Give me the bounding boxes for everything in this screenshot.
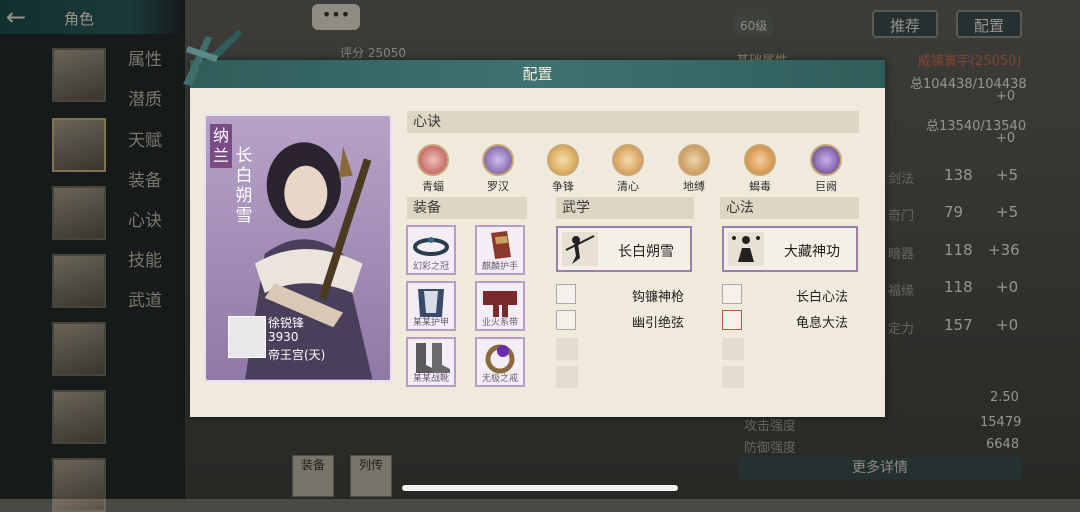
wuxue-section-header: 武学	[556, 197, 694, 219]
xinjue-icon	[547, 144, 579, 176]
xinjue-item[interactable]: 争锋	[545, 144, 581, 194]
meditation-icon	[728, 232, 764, 266]
wuxue-main-skill[interactable]: 长白朔雪	[556, 226, 692, 272]
empty-skill-slot[interactable]	[722, 366, 744, 388]
equip-label: 幻彩之冠	[412, 262, 449, 272]
equip-label: 某某护甲	[412, 318, 449, 328]
player-power: 3930	[268, 330, 299, 344]
player-name: 徐锐锋	[268, 316, 305, 330]
ring-icon	[485, 344, 515, 374]
xinjue-item[interactable]: 蝎毒	[742, 144, 778, 194]
xinjue-icon	[417, 144, 449, 176]
spear-fighter-icon	[562, 232, 598, 266]
xinjue-item[interactable]: 地缚	[676, 144, 712, 194]
equip-slot-hands[interactable]: 麒麟护手	[475, 225, 525, 275]
equip-slot-head[interactable]: 幻彩之冠	[406, 225, 456, 275]
equip-slot-ring[interactable]: 无极之戒	[475, 337, 525, 387]
equip-label: 业火系带	[481, 318, 518, 328]
xinjue-label: 清心	[617, 180, 639, 193]
xinfa-main-name: 大藏神功	[784, 244, 840, 260]
boots-icon	[416, 343, 450, 373]
meditation-small-icon	[722, 284, 742, 304]
equip-slot-boots[interactable]: 某某战靴	[406, 337, 456, 387]
equip-section-header: 装备	[407, 197, 527, 219]
equip-slot-armor[interactable]: 某某护甲	[406, 281, 456, 331]
xinfa-main-skill[interactable]: 大藏神功	[722, 226, 858, 272]
modal-title: 配置	[522, 65, 553, 83]
xinjue-label: 地缚	[683, 180, 705, 193]
equip-label: 麒麟护手	[481, 262, 518, 272]
equip-slot-belt[interactable]: 业火系带	[475, 281, 525, 331]
player-sect: 帝王宫(天)	[268, 348, 326, 362]
empty-skill-slot[interactable]	[722, 338, 744, 360]
belt-icon	[483, 291, 517, 317]
xinjue-icon	[482, 144, 514, 176]
xinfa-skill-name[interactable]: 长白心法	[796, 286, 848, 305]
bow-icon	[556, 310, 576, 330]
character-card[interactable]: 纳兰 长白朔雪 徐锐锋 3930 帝王宫(天)	[204, 114, 392, 382]
config-modal: 配置 纳兰 长白朔雪 徐锐锋 3930 帝王宫(天) 心诀 青蝠 罗汉 争锋 清…	[183, 30, 885, 417]
sword-deco-icon	[183, 30, 242, 86]
xinjue-label: 蝎毒	[749, 180, 771, 193]
empty-skill-slot[interactable]	[556, 366, 578, 388]
home-indicator[interactable]	[402, 485, 678, 491]
xinjue-icon	[612, 144, 644, 176]
empty-skill-slot[interactable]	[556, 338, 578, 360]
wuxue-skill-name[interactable]: 幽引绝弦	[632, 312, 684, 331]
equip-label: 某某战靴	[412, 374, 449, 384]
xinfa-skill-name[interactable]: 龟息大法	[796, 312, 848, 331]
xinjue-label: 争锋	[552, 180, 574, 193]
xinjue-section-header: 心诀	[407, 111, 859, 133]
xinfa-section-header: 心法	[720, 197, 859, 219]
modal-header: 配置	[190, 60, 885, 88]
wuxue-skill-name[interactable]: 钩镰神枪	[632, 286, 684, 305]
xinjue-label: 巨阙	[815, 180, 837, 193]
xinjue-item[interactable]: 巨阙	[808, 144, 844, 194]
armor-icon	[418, 289, 444, 317]
crown-icon	[413, 237, 449, 256]
xinjue-item[interactable]: 罗汉	[480, 144, 516, 194]
xinjue-item[interactable]: 青蝠	[415, 144, 451, 194]
xinjue-icon	[744, 144, 776, 176]
wuxue-main-name: 长白朔雪	[618, 244, 674, 260]
spear-icon	[556, 284, 576, 304]
xinjue-label: 罗汉	[487, 180, 509, 193]
xinjue-label: 青蝠	[422, 180, 444, 193]
turtle-icon	[722, 310, 742, 330]
xinjue-icon	[810, 144, 842, 176]
character-name: 长白朔雪	[235, 146, 253, 226]
xinjue-item[interactable]: 清心	[610, 144, 646, 194]
gauntlet-icon	[491, 231, 511, 259]
character-prefix: 纳兰	[210, 124, 232, 168]
xinjue-icon	[678, 144, 710, 176]
equip-label: 无极之戒	[481, 374, 518, 384]
player-avatar	[228, 316, 266, 358]
